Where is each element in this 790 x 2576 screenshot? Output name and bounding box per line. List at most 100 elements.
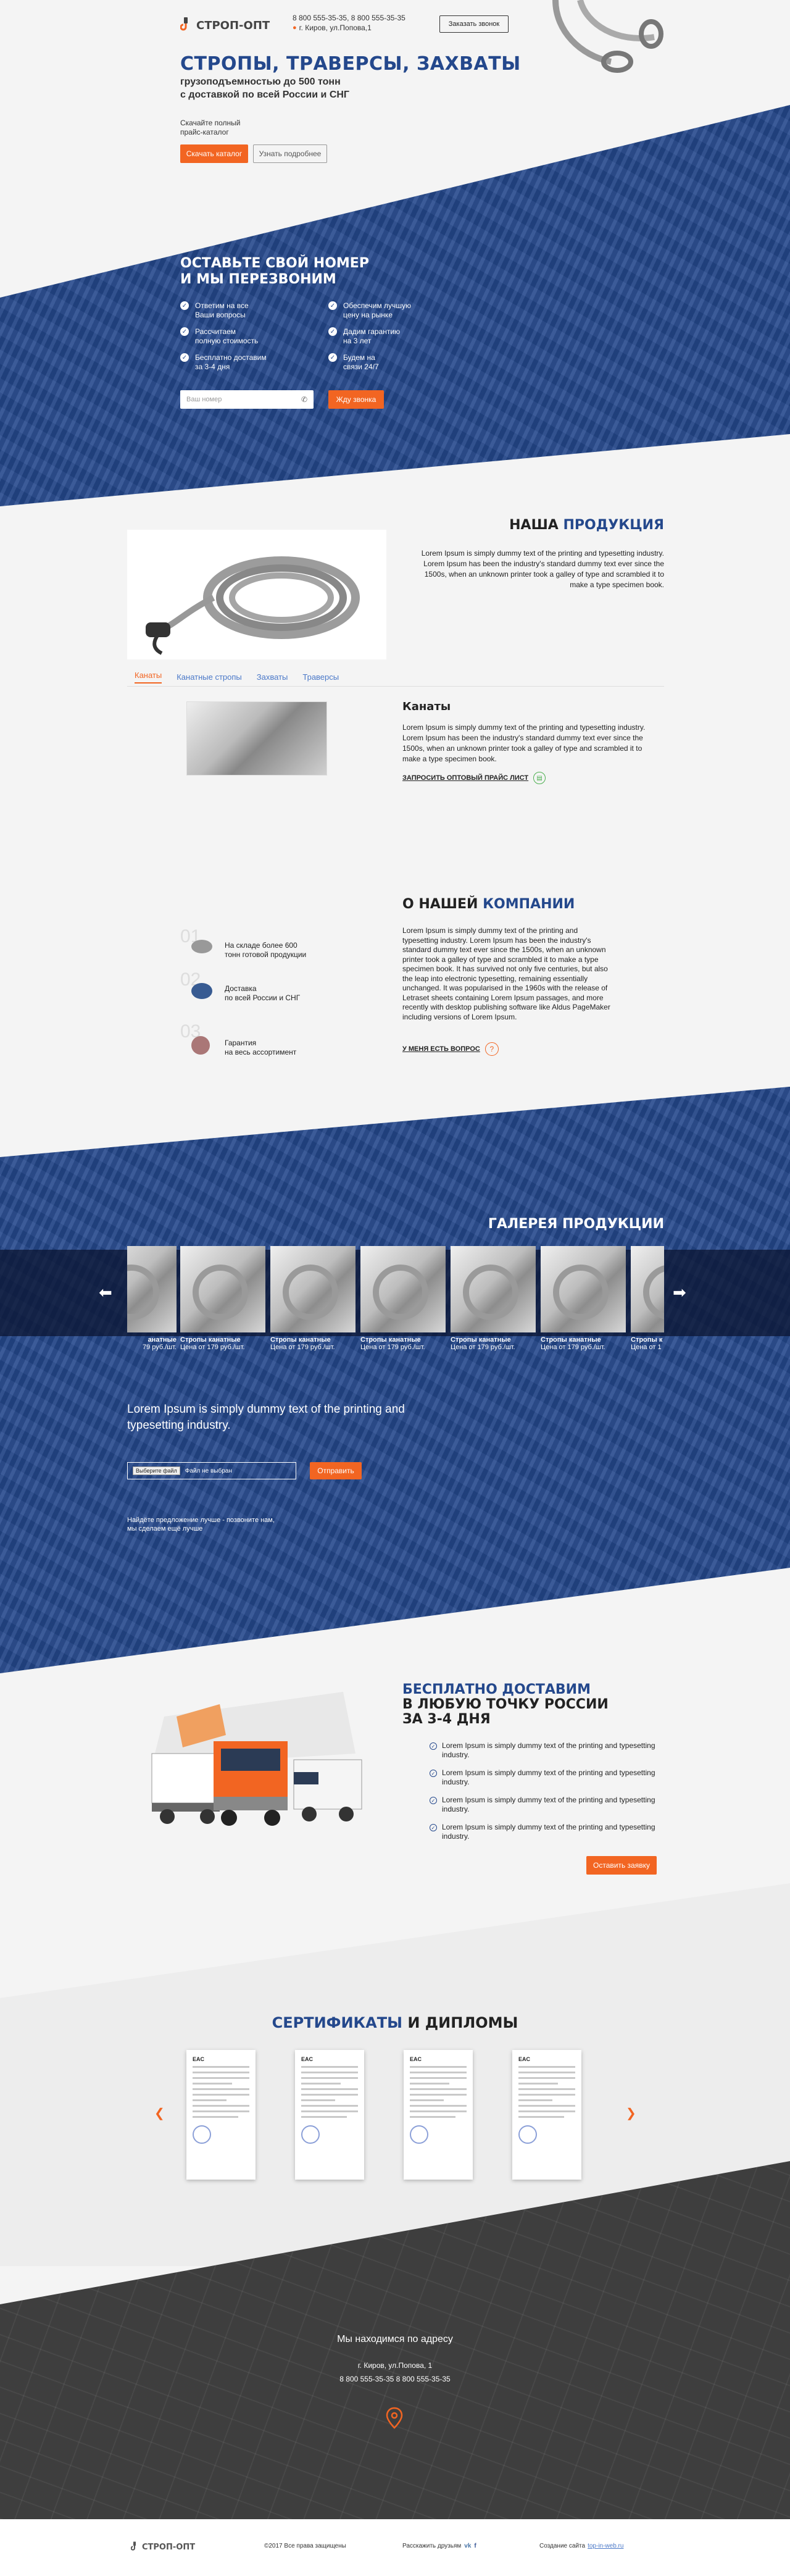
callback-title-2: И МЫ ПЕРЕЗВОНИМ [180, 272, 336, 287]
certificates-next-arrow[interactable]: ❯ [626, 2106, 636, 2121]
gallery-viewport: анатные 79 руб./шт. Стропы канатные Цена… [127, 1246, 664, 1361]
feature-item: ✓ Бесплатно доставим за 3-4 дня [180, 353, 267, 372]
product-item-text: Lorem Ipsum is simply dummy text of the … [402, 723, 646, 763]
developer-link[interactable]: top-in-web.ru [588, 2543, 623, 2549]
eac-mark: EAC [410, 2056, 422, 2062]
gallery-next-arrow[interactable]: ➡ [673, 1283, 686, 1302]
contacts-title: Мы находимся по адресу [337, 2334, 453, 2344]
call-request-button[interactable]: Заказать звонок [439, 15, 509, 33]
choose-file-button[interactable]: Выберите файл [133, 1466, 180, 1475]
stamp [301, 2125, 320, 2144]
feature-item: ✓ Будем на связи 24/7 [328, 353, 379, 372]
delivery-order-button[interactable]: Оставить заявку [586, 1856, 657, 1875]
check-icon: ✓ [430, 1770, 437, 1777]
about-item: 03 Гарантия на весь ассортимент [180, 1021, 297, 1056]
footer-copyright: ©2017 Все права защищены [264, 2543, 346, 2549]
brand-name: СТРОП-ОПТ [196, 19, 270, 32]
logo[interactable]: СТРОП-ОПТ [180, 17, 270, 33]
delivery-title-2: В ЛЮБУЮ ТОЧКУ РОССИИ [402, 1697, 609, 1712]
about-text: Lorem Ipsum is simply dummy text of the … [402, 926, 610, 1021]
certificate-card[interactable]: EAC [404, 2050, 473, 2180]
gallery-card[interactable]: Стропы канатные Цена от 179 руб./шт. [360, 1246, 446, 1351]
gallery-card[interactable]: Стропы канатные Цена от 179 руб./шт. [270, 1246, 356, 1351]
footer-logo[interactable]: СТРОП-ОПТ [131, 2541, 195, 2553]
delivery-point: ✓ Lorem Ipsum is simply dummy text of th… [430, 1741, 664, 1760]
tab-rope-slings[interactable]: Канатные стропы [177, 672, 242, 682]
catalog-caption-1: Скачайте полный [180, 119, 241, 127]
header-phones[interactable]: 8 800 555-35-35, 8 800 555-35-35 [293, 14, 405, 22]
gallery-card[interactable]: Стропы к Цена от 1 [631, 1246, 664, 1351]
products-intro: Lorem Ipsum is simply dummy text of the … [421, 549, 664, 589]
gallery-image [451, 1246, 536, 1332]
feature-item: ✓ Дадим гарантию на 3 лет [328, 327, 400, 346]
hook-icon [180, 17, 188, 31]
hero-title: СТРОПЫ, ТРАВЕРСЫ, ЗАХВАТЫ [180, 53, 521, 75]
callback-submit-button[interactable]: Жду звонка [328, 390, 384, 409]
address-text: г. Киров, ул.Попова,1 [299, 23, 372, 32]
certificates-prev-arrow[interactable]: ❮ [154, 2106, 165, 2121]
check-icon: ✓ [328, 327, 337, 336]
hero-subtitle-2: с доставкой по всей России и СНГ [180, 90, 349, 100]
gallery-card[interactable]: Стропы канатные Цена от 179 руб./шт. [541, 1246, 626, 1351]
gallery-card[interactable]: Стропы канатные Цена от 179 руб./шт. [180, 1246, 265, 1351]
product-tabs: Канаты Канатные стропы Захваты Траверсы [127, 668, 664, 687]
gallery-prev-arrow[interactable]: ⬅ [99, 1283, 112, 1302]
product-item-title: Канаты [402, 700, 451, 713]
upload-title: Lorem Ipsum is simply dummy text of the … [127, 1403, 405, 1432]
product-item-image [186, 701, 327, 776]
eac-mark: EAC [301, 2056, 314, 2062]
check-icon: ✓ [180, 327, 189, 336]
question-icon: ? [484, 1042, 499, 1056]
download-catalog-button[interactable]: Скачать каталог [180, 144, 248, 163]
certificate-card[interactable]: EAC [186, 2050, 256, 2180]
upload-submit-button[interactable]: Отправить [310, 1462, 362, 1479]
guarantee-icon [191, 1036, 210, 1055]
gallery-image [127, 1246, 177, 1332]
gallery-background [0, 1087, 790, 1673]
phone-placeholder: Ваш номер [186, 396, 222, 403]
header-address: ● г. Киров, ул.Попова,1 [293, 23, 372, 32]
document-icon: ▤ [533, 772, 546, 784]
map-pin-icon[interactable] [385, 2407, 404, 2429]
hero-rope-image [543, 0, 667, 74]
file-status: Файл не выбран [185, 1467, 232, 1474]
check-icon: ✓ [328, 353, 337, 362]
gallery-image [631, 1246, 664, 1332]
check-icon: ✓ [328, 301, 337, 310]
learn-more-button[interactable]: Узнать подробнее [253, 144, 327, 163]
delivery-point: ✓ Lorem Ipsum is simply dummy text of th… [430, 1823, 664, 1841]
gallery-card[interactable]: анатные 79 руб./шт. [127, 1246, 177, 1351]
check-icon: ✓ [430, 1742, 437, 1750]
question-link[interactable]: У МЕНЯ ЕСТЬ ВОПРОС ? [402, 1042, 499, 1056]
price-request-link[interactable]: ЗАПРОСИТЬ ОПТОВЫЙ ПРАЙС ЛИСТ ▤ [402, 772, 546, 784]
products-title: НАША ПРОДУКЦИЯ [509, 517, 664, 533]
location-pin-icon: ● [293, 24, 297, 31]
tab-grips[interactable]: Захваты [257, 672, 288, 682]
tab-traverses[interactable]: Траверсы [302, 672, 339, 682]
rope-coil-illustration [146, 556, 360, 655]
certificate-card[interactable]: EAC [295, 2050, 364, 2180]
hook-icon [131, 2541, 136, 2551]
callback-title-1: ОСТАВЬТЕ СВОЙ НОМЕР [180, 256, 369, 271]
feature-item: ✓ Рассчитаем полную стоимость [180, 327, 258, 346]
gallery-card[interactable]: Стропы канатные Цена от 179 руб./шт. [451, 1246, 536, 1351]
upload-note-1: Найдёте предложение лучше - позвоните на… [127, 1516, 275, 1524]
check-icon: ✓ [180, 301, 189, 310]
file-input[interactable]: Выберите файл Файл не выбран [127, 1462, 296, 1479]
stamp [193, 2125, 211, 2144]
vk-icon[interactable]: vk [464, 2543, 471, 2549]
products-main-image [127, 530, 386, 659]
eac-mark: EAC [193, 2056, 205, 2062]
about-title: О НАШЕЙ КОМПАНИИ [402, 897, 575, 912]
facebook-icon[interactable]: f [474, 2543, 476, 2549]
gallery-title: ГАЛЕРЕЯ ПРОДУКЦИИ [488, 1216, 664, 1232]
footer-share: Расскажить друзьям vk f [402, 2543, 476, 2549]
certificate-card[interactable]: EAC [512, 2050, 581, 2180]
gallery-image [270, 1246, 356, 1332]
phone-field[interactable]: Ваш номер ✆ [180, 390, 314, 409]
about-item: 01 На складе более 600 тонн готовой прод… [180, 926, 307, 959]
catalog-caption-2: прайс-каталог [180, 128, 229, 136]
truck-icon [191, 983, 212, 999]
tab-ropes[interactable]: Канаты [135, 671, 162, 684]
check-icon: ✓ [180, 353, 189, 362]
